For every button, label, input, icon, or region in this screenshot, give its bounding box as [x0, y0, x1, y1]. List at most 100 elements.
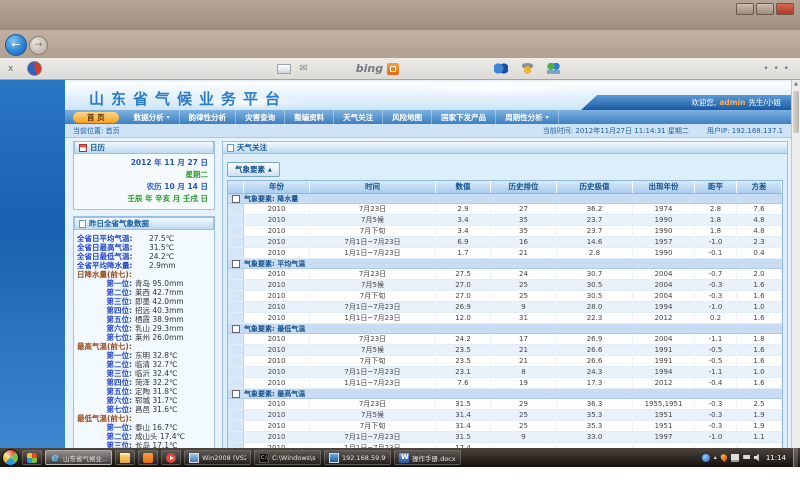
column-header[interactable]: 距平	[695, 181, 737, 193]
taskbar-button-media[interactable]	[161, 450, 181, 465]
nav-item-label: 数据分析	[134, 112, 164, 123]
table-row[interactable]: 20107月5候31.42535.31951-0.31.9	[228, 410, 782, 421]
table-row[interactable]: 20107月1日~7月23日26.9928.01994-1.01.0	[228, 302, 782, 313]
column-header[interactable]: 数值	[436, 181, 491, 193]
toolbar-overflow-icon[interactable]: • • •	[763, 64, 790, 74]
table-row[interactable]: 20107月5候23.52126.61991-0.51.6	[228, 345, 782, 356]
table-row[interactable]: 20101月1日~7月23日1.7212.81990-0.10.4	[228, 248, 782, 259]
table-cell: 1.1	[737, 432, 782, 443]
province-weather-panel-header: 昨日全省气象数据	[74, 217, 214, 230]
rank-group-title: 日降水量(前七):	[77, 270, 211, 279]
start-button[interactable]	[2, 449, 19, 466]
table-cell: 35.3	[557, 410, 633, 421]
column-header[interactable]: 年份	[244, 181, 310, 193]
tray-overflow-icon[interactable]: ▴	[714, 454, 717, 461]
tray-app-icon[interactable]	[702, 454, 710, 462]
nav-item-8[interactable]: 国家下发产品	[432, 110, 496, 124]
table-cell: 36.3	[557, 399, 633, 410]
search-app-icon[interactable]	[387, 63, 399, 75]
table-row[interactable]: 20107月23日27.52430.72004-0.72.0	[228, 269, 782, 280]
mail-icon[interactable]: ✉	[299, 63, 307, 74]
column-header[interactable]: 时间	[310, 181, 436, 193]
table-cell: 1月1日~7月23日	[310, 248, 436, 259]
nav-item-5[interactable]: 整编资料	[285, 110, 334, 124]
nav-item-4[interactable]: 灾害查询	[236, 110, 285, 124]
nav-item-6[interactable]: 天气关注	[334, 110, 383, 124]
table-row[interactable]: 20107月5候3.43523.719901.84.8	[228, 215, 782, 226]
checkbox-icon[interactable]	[232, 325, 240, 333]
nav-item-3[interactable]: 韵律性分析	[180, 110, 237, 124]
section-row[interactable]: 气象要素: 最高气温	[228, 389, 782, 399]
column-header[interactable]: 出现年份	[633, 181, 695, 193]
close-button[interactable]	[776, 3, 794, 15]
messenger-icon[interactable]	[494, 63, 508, 74]
maximize-button[interactable]	[756, 3, 774, 15]
table-row[interactable]: 20107月下旬27.02530.52004-0.31.6	[228, 291, 782, 302]
nav-item-2[interactable]: 数据分析▾	[125, 110, 180, 124]
column-header[interactable]: 历史极值	[557, 181, 633, 193]
table-cell: 31	[491, 313, 557, 324]
section-row[interactable]: 气象要素: 平均气温	[228, 259, 782, 269]
table-row[interactable]: 20101月1日~7月23日12.03122.320120.21.6	[228, 313, 782, 324]
table-cell: 2010	[244, 302, 310, 313]
table-cell: 24.2	[436, 334, 491, 345]
taskbar-button-word[interactable]: 操作手册.docx ...	[394, 450, 461, 465]
table-cell: 2012	[633, 313, 695, 324]
taskbar-button-cmd[interactable]: C:\Windows\s...	[254, 450, 321, 465]
table-row[interactable]: 20107月23日24.21726.92004-1.11.8	[228, 334, 782, 345]
minimize-button[interactable]	[736, 3, 754, 15]
show-desktop-button[interactable]	[793, 448, 798, 467]
scrollbar[interactable]: ▲	[791, 80, 800, 448]
table-row[interactable]: 20107月下旬3.43523.719901.84.8	[228, 226, 782, 237]
taskbar-button-label: 山东省气候业...	[63, 453, 107, 463]
action-center-icon[interactable]	[743, 455, 750, 459]
section-row[interactable]: 气象要素: 降水量	[228, 194, 782, 204]
table-cell: 7.6	[737, 204, 782, 215]
taskbar-button-window[interactable]: Win2008 (VS2...	[184, 450, 251, 465]
checkbox-icon[interactable]	[232, 260, 240, 268]
table-cell: 1951	[633, 421, 695, 432]
checkbox-icon[interactable]	[232, 195, 240, 203]
meteo-element-filter-button[interactable]: 气象要素	[227, 162, 280, 177]
column-header[interactable]: 方差	[737, 181, 782, 193]
table-cell: 35	[491, 215, 557, 226]
forward-button[interactable]: →	[29, 36, 48, 55]
nav-item-1[interactable]: 首 页	[73, 112, 119, 123]
pet-app-icon[interactable]	[522, 63, 533, 74]
section-row[interactable]: 气象要素: 最低气温	[228, 324, 782, 334]
bing-logo[interactable]: bing	[356, 62, 383, 75]
table-row[interactable]: 20101月1日~7月23日7.61917.32012-0.41.6	[228, 378, 782, 389]
contacts-icon[interactable]	[547, 63, 560, 74]
table-row[interactable]: 20107月5候27.02530.52004-0.31.6	[228, 280, 782, 291]
taskbar-button-app-orange[interactable]	[138, 450, 158, 465]
network-icon[interactable]	[731, 454, 739, 462]
table-row[interactable]: 20107月1日~7月23日31.5933.01997-1.01.1	[228, 432, 782, 443]
column-header[interactable]: 历史排位	[491, 181, 557, 193]
taskbar-button-folder[interactable]	[115, 450, 135, 465]
taskbar-button-remote[interactable]: 192.168.59.99...	[324, 450, 391, 465]
taskbar-button-ie[interactable]: e山东省气候业...	[45, 450, 112, 465]
table-row[interactable]: 20107月1日~7月23日23.1824.31994-1.11.0	[228, 367, 782, 378]
taskbar-button-pin[interactable]	[22, 450, 42, 465]
nav-item-7[interactable]: 风险地图	[383, 110, 432, 124]
table-cell: -0.3	[695, 410, 737, 421]
toolbar-logo-icon[interactable]	[27, 61, 42, 76]
clock[interactable]: 11:14	[766, 454, 786, 462]
row-gutter	[228, 226, 244, 237]
table-row[interactable]: 20107月下旬31.42535.31951-0.31.9	[228, 421, 782, 432]
checkbox-icon[interactable]	[232, 390, 240, 398]
table-row[interactable]: 20107月23日2.92736.219742.87.6	[228, 204, 782, 215]
antivirus-icon[interactable]	[719, 453, 728, 462]
table-cell: -0.3	[695, 291, 737, 302]
card-icon[interactable]	[277, 64, 291, 74]
toolbar-close-button[interactable]: x	[8, 64, 13, 74]
nav-item-label: 韵律性分析	[189, 112, 227, 123]
scroll-up-icon[interactable]: ▲	[792, 80, 800, 89]
back-button[interactable]: ←	[5, 34, 27, 56]
nav-item-9[interactable]: 周期性分析▾	[496, 110, 559, 124]
table-row[interactable]: 20107月下旬23.52126.61991-0.51.6	[228, 356, 782, 367]
volume-icon[interactable]	[754, 454, 762, 462]
scrollbar-thumb[interactable]	[793, 91, 799, 133]
table-row[interactable]: 20107月1日~7月23日6.91614.61957-1.02.3	[228, 237, 782, 248]
table-row[interactable]: 20107月23日31.52936.31955,1951-0.32.5	[228, 399, 782, 410]
